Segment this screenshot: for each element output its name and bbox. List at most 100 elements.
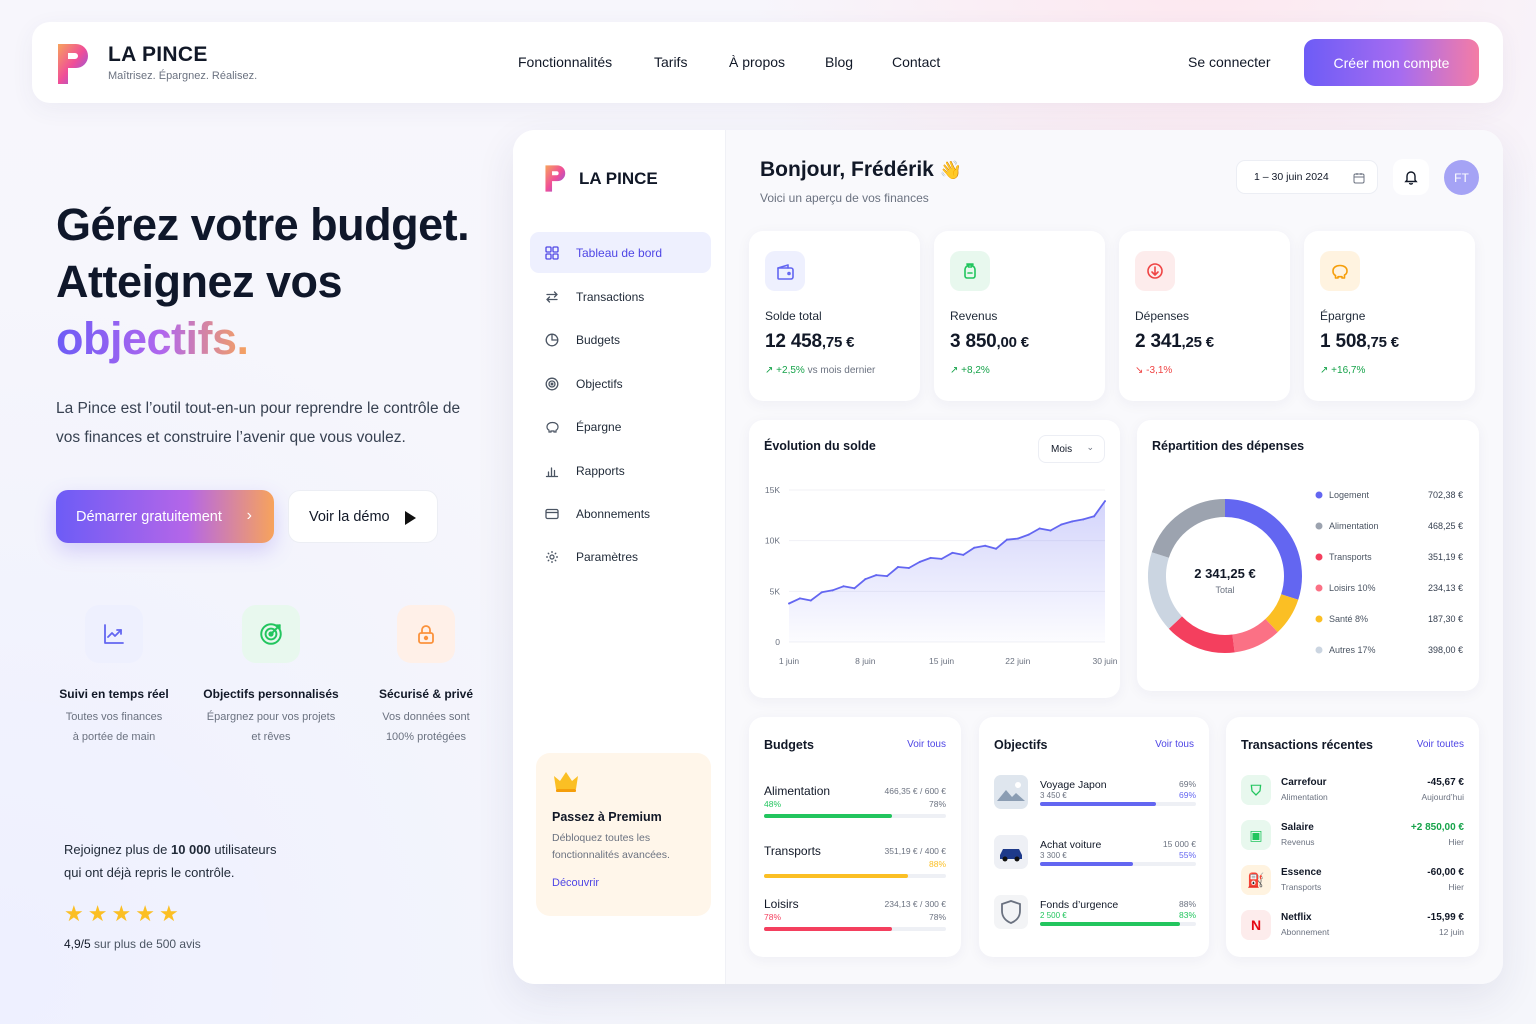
transaction-amount: -15,99 € xyxy=(1427,912,1464,923)
logo-icon[interactable] xyxy=(56,42,92,86)
transaction-row[interactable]: ▣ Salaire Revenus +2 850,00 € Hier xyxy=(1241,819,1464,853)
data-point xyxy=(788,602,790,605)
data-point xyxy=(1093,515,1096,518)
kpi-value: 3 850,00 € xyxy=(950,331,1029,353)
budget-row[interactable]: Loisirs 234,13 € / 300 € 78% 78% xyxy=(764,897,946,943)
nav-contact[interactable]: Contact xyxy=(892,54,940,70)
kpi-value-dec: ,25 € xyxy=(1181,334,1215,351)
rating-stars: ★ ★ ★ ★ ★ xyxy=(64,903,179,925)
sidebar-item-budgets[interactable]: Budgets xyxy=(530,319,711,360)
donut-slice xyxy=(1151,499,1226,559)
demo-button[interactable]: Voir la démo xyxy=(288,490,438,543)
goal-pct: 69% xyxy=(1178,790,1196,800)
premium-desc-line: Débloquez toutes les xyxy=(552,832,651,844)
budget-amount: 351,19 € / 400 € xyxy=(884,846,946,856)
data-point xyxy=(1005,538,1008,541)
goals-see-all-link[interactable]: Voir tous xyxy=(1155,739,1194,750)
hero-line-3: objectifs. xyxy=(56,310,249,367)
sidebar-label: Abonnements xyxy=(576,506,651,521)
legend-label: Santé 8% xyxy=(1329,614,1368,624)
kpi-card[interactable]: Dépenses 2 341,25 € ↘ -3,1% xyxy=(1119,231,1290,401)
transaction-row[interactable]: N Netflix Abonnement -15,99 € 12 juin xyxy=(1241,909,1464,943)
budgets-title: Budgets xyxy=(764,738,814,752)
budget-progress-fill xyxy=(764,874,908,878)
start-free-button[interactable]: Démarrer gratuitement › xyxy=(56,490,274,543)
fuel-icon: ⛽ xyxy=(1241,865,1271,895)
nav-features[interactable]: Fonctionnalités xyxy=(518,54,612,70)
kpi-value-int: 2 341 xyxy=(1135,331,1182,352)
sidebar-item-dashboard[interactable]: Tableau de bord xyxy=(530,232,711,273)
nav-pricing[interactable]: Tarifs xyxy=(654,54,687,70)
legend-value: 351,19 € xyxy=(1428,552,1463,562)
budget-row[interactable]: Alimentation 466,35 € / 600 € 48% 78% xyxy=(764,784,946,830)
data-point xyxy=(798,597,801,600)
goal-sub: 3 450 € xyxy=(1040,791,1067,800)
chart-up-icon xyxy=(85,605,143,663)
kpi-value: 2 341,25 € xyxy=(1135,331,1214,353)
legend-swatch xyxy=(1315,522,1323,530)
goal-name: Achat voiture xyxy=(1040,839,1102,851)
sidebar-item-transactions[interactable]: Transactions xyxy=(530,276,711,317)
date-range-picker[interactable]: 1 – 30 juin 2024 xyxy=(1236,160,1378,194)
transaction-row[interactable]: ⛽ Essence Transports -60,00 € Hier xyxy=(1241,864,1464,898)
goal-row[interactable]: Achat voiture 3 300 € 15 000 €55% xyxy=(994,835,1196,881)
budget-row[interactable]: Transports 351,19 € / 400 € 88% xyxy=(764,844,946,890)
nav-about[interactable]: À propos xyxy=(729,54,785,70)
login-link[interactable]: Se connecter xyxy=(1188,54,1271,70)
kpi-value-int: 1 508 xyxy=(1320,331,1367,352)
legend-label: Logement xyxy=(1329,490,1370,500)
transaction-row[interactable]: ⛉ Carrefour Alimentation -45,67 € Aujourd’hu… xyxy=(1241,774,1464,808)
kpi-card[interactable]: Épargne 1 508,75 € ↗ +16,7% xyxy=(1304,231,1475,401)
y-tick-label: 0 xyxy=(775,637,780,647)
premium-card: Passez à Premium Débloquez toutes les fo… xyxy=(536,753,711,916)
budget-pct: 78% xyxy=(928,912,946,922)
social-line-2: qui ont déjà repris le contrôle. xyxy=(64,865,235,880)
sidebar-label: Paramètres xyxy=(576,549,639,564)
social-line-1: Rejoignez plus de 10 000 utilisateurs xyxy=(64,838,276,861)
budget-name: Loisirs xyxy=(764,897,799,911)
period-select[interactable]: Mois ⌄ xyxy=(1038,435,1105,463)
transactions-title: Transactions récentes xyxy=(1241,738,1374,752)
sidebar-label: Transactions xyxy=(576,289,645,304)
notifications-button[interactable] xyxy=(1393,159,1429,195)
data-point xyxy=(875,574,878,577)
shield-icon xyxy=(994,895,1028,929)
kpi-card[interactable]: Revenus 3 850,00 € ↗ +8,2% xyxy=(934,231,1105,401)
budgets-see-all-link[interactable]: Voir tous xyxy=(907,739,946,750)
sidebar-item-settings[interactable]: Paramètres xyxy=(530,536,711,577)
legend-label: Loisirs 10% xyxy=(1329,583,1376,593)
feature-desc-secure: Vos données sont 100% protégées xyxy=(346,707,506,747)
data-point xyxy=(907,567,910,570)
transactions-see-all-link[interactable]: Voir toutes xyxy=(1417,739,1464,750)
premium-discover-link[interactable]: Découvrir xyxy=(552,877,695,889)
kpi-change-note: vs mois dernier xyxy=(804,365,876,376)
data-point xyxy=(995,547,998,550)
social-proof: Rejoignez plus de 10 000 utilisateurs qu… xyxy=(64,838,276,884)
sidebar-item-subscriptions[interactable]: Abonnements xyxy=(530,493,711,534)
goal-row[interactable]: Voyage Japon 3 450 € 69% 69% xyxy=(994,775,1196,821)
x-tick-label: 22 juin xyxy=(1005,656,1030,666)
data-point xyxy=(1104,500,1106,503)
sidebar-label: Budgets xyxy=(576,332,621,347)
kpi-value: 1 508,75 € xyxy=(1320,331,1399,353)
goal-name: Fonds d’urgence xyxy=(1040,899,1119,911)
sidebar-item-savings[interactable]: Épargne xyxy=(530,406,711,447)
goal-row[interactable]: Fonds d’urgence 2 500 € 88% 83% xyxy=(994,895,1196,941)
data-point xyxy=(1082,518,1085,521)
feature-desc-line: Toutes vos finances xyxy=(65,711,163,723)
nav-blog[interactable]: Blog xyxy=(825,54,853,70)
logo-icon xyxy=(545,165,566,192)
goal-sub: 3 300 € xyxy=(1040,851,1067,860)
transaction-name: Salaire xyxy=(1281,822,1314,833)
legend-value: 234,13 € xyxy=(1428,583,1463,593)
signup-button[interactable]: Créer mon compte xyxy=(1304,39,1479,86)
budget-pct: 88% xyxy=(928,859,946,869)
kpi-card[interactable]: Solde total 12 458,75 € ↗ +2,5% vs mois de… xyxy=(749,231,920,401)
sidebar-item-reports[interactable]: Rapports xyxy=(530,450,711,491)
avatar[interactable]: FT xyxy=(1444,160,1479,195)
sidebar-item-goals[interactable]: Objectifs xyxy=(530,363,711,404)
star-icon: ★ xyxy=(64,901,84,926)
rating-count: sur plus de 500 avis xyxy=(90,937,201,951)
bar-chart-icon xyxy=(544,463,560,479)
transaction-name: Carrefour xyxy=(1281,777,1327,788)
